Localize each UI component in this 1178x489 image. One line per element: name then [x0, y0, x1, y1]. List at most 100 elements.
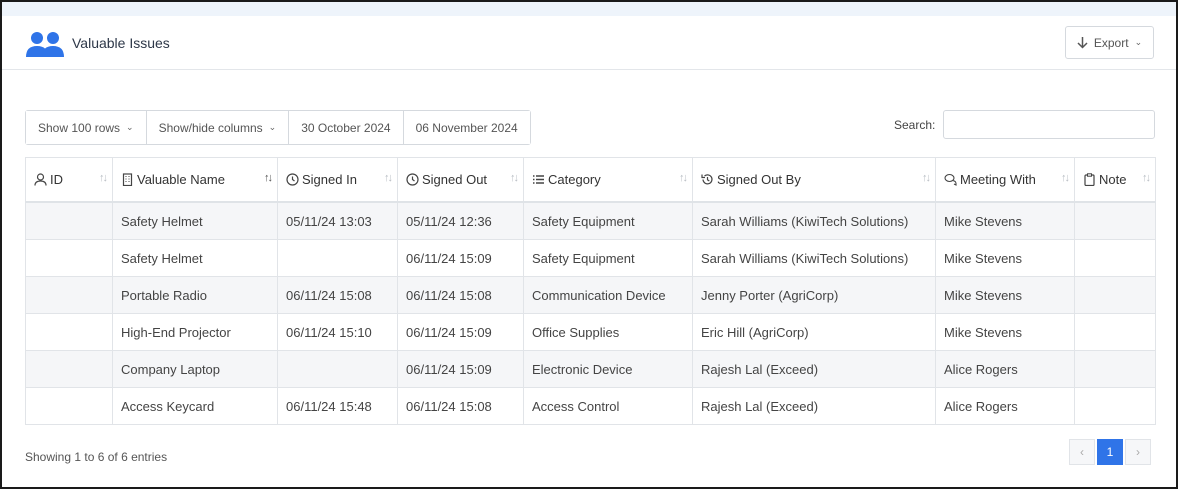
show-hide-columns-button[interactable]: Show/hide columns ⌄ [146, 111, 290, 144]
arrow-down-icon [1077, 36, 1088, 49]
cell-id [25, 239, 113, 277]
cell-signed-in: 06/11/24 15:48 [277, 387, 398, 425]
cell-meeting-with: Mike Stevens [935, 276, 1075, 314]
cell-valuable-name: Safety Helmet [112, 239, 278, 277]
cell-category: Safety Equipment [523, 239, 693, 277]
cell-id [25, 276, 113, 314]
clipboard-icon [1084, 173, 1095, 186]
card-header: Valuable Issues Export ⌄ [2, 16, 1176, 70]
next-page-button[interactable]: › [1125, 439, 1151, 465]
date-to-button[interactable]: 06 November 2024 [403, 111, 530, 144]
column-header-valuable-name[interactable]: Valuable Name ↑↓ [112, 157, 278, 203]
prev-page-button[interactable]: ‹ [1069, 439, 1095, 465]
cell-valuable-name: High-End Projector [112, 313, 278, 351]
cell-valuable-name: Access Keycard [112, 387, 278, 425]
column-header-meeting-with[interactable]: Meeting With ↑↓ [935, 157, 1075, 203]
cell-category: Access Control [523, 387, 693, 425]
column-label: Note [1099, 172, 1127, 187]
cell-note [1074, 239, 1156, 277]
clock-icon [286, 173, 299, 186]
cell-id [25, 350, 113, 388]
cell-signed-in: 06/11/24 15:08 [277, 276, 398, 314]
table-row[interactable]: High-End Projector 06/11/24 15:10 06/11/… [25, 313, 1156, 351]
table-row[interactable]: Safety Helmet 06/11/24 15:09 Safety Equi… [25, 239, 1156, 277]
cell-meeting-with: Mike Stevens [935, 313, 1075, 351]
table-row[interactable]: Access Keycard 06/11/24 15:48 06/11/24 1… [25, 387, 1156, 425]
users-icon [26, 32, 64, 57]
history-icon [701, 174, 713, 185]
list-icon [533, 175, 544, 184]
column-label: Signed In [302, 172, 357, 187]
cell-meeting-with: Mike Stevens [935, 201, 1075, 240]
date-from-label: 30 October 2024 [301, 120, 391, 135]
sort-icon: ↑↓ [99, 172, 108, 184]
page-title: Valuable Issues [72, 35, 170, 51]
cell-valuable-name: Safety Helmet [112, 201, 278, 240]
sort-icon: ↑↓ [510, 172, 519, 184]
cell-meeting-with: Alice Rogers [935, 350, 1075, 388]
cell-signed-in [277, 239, 398, 277]
comments-icon [944, 173, 957, 186]
cell-valuable-name: Portable Radio [112, 276, 278, 314]
entries-info: Showing 1 to 6 of 6 entries [25, 450, 168, 464]
cell-note [1074, 350, 1156, 388]
cell-meeting-with: Alice Rogers [935, 387, 1075, 425]
cell-note [1074, 276, 1156, 314]
column-header-category[interactable]: Category ↑↓ [523, 157, 693, 203]
cell-category: Electronic Device [523, 350, 693, 388]
export-button[interactable]: Export ⌄ [1065, 26, 1154, 59]
cell-category: Office Supplies [523, 313, 693, 351]
valuables-table: ID ↑↓ Valuable Name ↑↓ Signed In ↑↓ Sign… [25, 157, 1156, 425]
date-from-button[interactable]: 30 October 2024 [289, 111, 404, 144]
sort-icon: ↑↓ [1142, 172, 1151, 184]
cell-signed-out-by: Rajesh Lal (Exceed) [692, 387, 936, 425]
sort-icon: ↑↓ [922, 172, 931, 184]
column-label: Category [548, 172, 601, 187]
column-header-signed-in[interactable]: Signed In ↑↓ [277, 157, 398, 203]
table-row[interactable]: Safety Helmet 05/11/24 13:03 05/11/24 12… [25, 201, 1156, 240]
cell-id [25, 387, 113, 425]
cell-note [1074, 313, 1156, 351]
cell-category: Communication Device [523, 276, 693, 314]
cell-id [25, 201, 113, 240]
sort-icon: ↑↓ [1061, 172, 1070, 184]
cell-signed-out-by: Eric Hill (AgriCorp) [692, 313, 936, 351]
table-toolbar: Show 100 rows ⌄ Show/hide columns ⌄ 30 O… [25, 110, 531, 145]
show-rows-button[interactable]: Show 100 rows ⌄ [26, 111, 147, 144]
search-input[interactable] [943, 110, 1155, 139]
pagination: ‹ 1 › [1069, 439, 1151, 465]
cell-signed-out: 06/11/24 15:09 [397, 313, 524, 351]
chevron-down-icon: ⌄ [268, 122, 277, 132]
clock-icon [406, 173, 419, 186]
table-row[interactable]: Company Laptop 06/11/24 15:09 Electronic… [25, 350, 1156, 388]
building-icon [122, 173, 133, 186]
table-row[interactable]: Portable Radio 06/11/24 15:08 06/11/24 1… [25, 276, 1156, 314]
chevron-down-icon: ⌄ [126, 122, 134, 132]
column-header-note[interactable]: Note ↑↓ [1074, 157, 1156, 203]
cell-signed-out: 06/11/24 15:09 [397, 350, 524, 388]
cell-valuable-name: Company Laptop [112, 350, 278, 388]
sort-icon: ↑↓ [384, 172, 393, 184]
column-header-signed-out-by[interactable]: Signed Out By ↑↓ [692, 157, 936, 203]
column-label: Signed Out By [717, 172, 801, 187]
sort-icon: ↑↓ [679, 172, 688, 184]
chevron-down-icon: ⌄ [1134, 37, 1143, 47]
column-label: ID [50, 172, 63, 187]
column-label: Signed Out [422, 172, 488, 187]
table-header-row: ID ↑↓ Valuable Name ↑↓ Signed In ↑↓ Sign… [25, 157, 1156, 203]
cell-signed-in: 06/11/24 15:10 [277, 313, 398, 351]
cell-signed-out: 06/11/24 15:09 [397, 239, 524, 277]
column-header-id[interactable]: ID ↑↓ [25, 157, 113, 203]
cell-signed-out-by: Rajesh Lal (Exceed) [692, 350, 936, 388]
cell-signed-in: 05/11/24 13:03 [277, 201, 398, 240]
column-label: Valuable Name [137, 172, 225, 187]
cell-note [1074, 201, 1156, 240]
column-header-signed-out[interactable]: Signed Out ↑↓ [397, 157, 524, 203]
cell-id [25, 313, 113, 351]
show-hide-label: Show/hide columns [158, 120, 263, 135]
cell-signed-out: 05/11/24 12:36 [397, 201, 524, 240]
page-button-1[interactable]: 1 [1097, 439, 1123, 465]
cell-signed-out-by: Sarah Williams (KiwiTech Solutions) [692, 201, 936, 240]
cell-meeting-with: Mike Stevens [935, 239, 1075, 277]
search-label: Search: [894, 118, 936, 132]
